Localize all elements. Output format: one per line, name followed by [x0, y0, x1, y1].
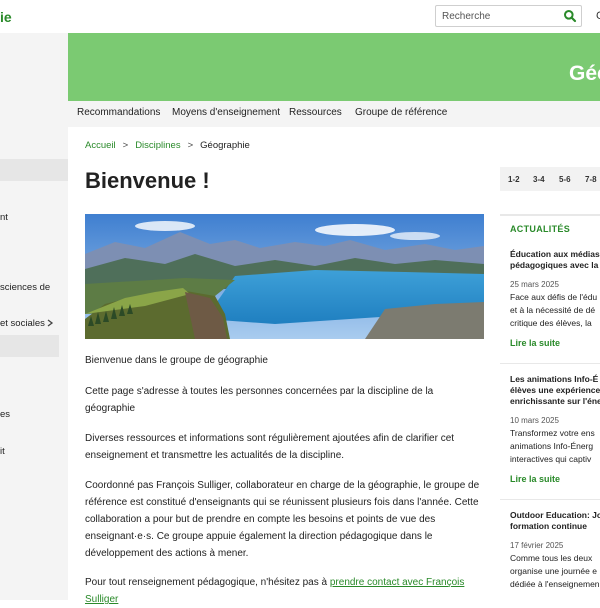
news-1-text: Face aux défis de l'édu et à la nécessit…: [510, 291, 597, 330]
sidebar-highlight: [0, 159, 68, 181]
search-icon[interactable]: [563, 9, 577, 23]
news-2-text-line-2: animations Info-Énerg: [510, 441, 594, 451]
news-1-title[interactable]: Éducation aux médias pédagogiques avec l…: [510, 249, 600, 271]
sidebar-item-4[interactable]: es: [0, 409, 10, 420]
breadcrumb: Accueil > Disciplines > Géographie: [85, 140, 250, 151]
top-right-cut-text[interactable]: C: [596, 10, 600, 22]
site-title[interactable]: ie: [0, 9, 12, 25]
news-1-title-line-1: Éducation aux médias: [510, 249, 600, 259]
news-3-date: 17 février 2025: [510, 541, 564, 550]
news-2-text-line-3: interactives qui captiv: [510, 454, 592, 464]
contact-text: Pour tout renseignement pédagogique, n'h…: [85, 577, 330, 588]
news-2-title-line-1: Les animations Info-É: [510, 374, 599, 384]
sidebar: [0, 33, 68, 600]
news-2-read-more[interactable]: Lire la suite: [510, 474, 560, 484]
news-1-text-line-3: critique des élèves, la: [510, 318, 592, 328]
sidebar-item-1[interactable]: nt: [0, 212, 8, 223]
breadcrumb-disciplines[interactable]: Disciplines: [135, 140, 180, 151]
news-1-text-line-1: Face aux défis de l'édu: [510, 292, 598, 302]
news-3-title-line-2: formation continue: [510, 521, 587, 531]
resources-paragraph: Diverses ressources et informations sont…: [85, 433, 455, 461]
level-5-6[interactable]: 5-6: [559, 175, 571, 184]
chevron-right-icon: [47, 319, 53, 327]
news-1-read-more[interactable]: Lire la suite: [510, 338, 560, 348]
search-box: [435, 5, 582, 27]
breadcrumb-current: Géographie: [200, 140, 250, 151]
news-3-title-line-1: Outdoor Education: Jo: [510, 510, 600, 520]
news-1-date: 25 mars 2025: [510, 280, 559, 289]
contact-paragraph: Pour tout renseignement pédagogique, n'h…: [85, 574, 480, 608]
news-2-title-line-2: élèves une expérience: [510, 385, 600, 395]
news-3-text: Comme tous les deux organise une journée…: [510, 552, 600, 591]
news-2-title[interactable]: Les animations Info-É élèves une expérie…: [510, 374, 600, 407]
sidebar-item-2[interactable]: sciences de: [0, 282, 50, 293]
news-heading: ACTUALITÉS: [510, 224, 570, 234]
audience-paragraph: Cette page s'adresse à toutes les person…: [85, 386, 434, 414]
banner-title: Géo: [569, 62, 600, 85]
news-divider: [500, 499, 600, 500]
news-divider: [500, 363, 600, 364]
lake-landscape-image: [85, 214, 484, 339]
sidebar-item-3-label: et sociales: [0, 318, 45, 329]
sidebar-item-3[interactable]: et sociales: [0, 318, 56, 329]
welcome-paragraph: Bienvenue dans le groupe de géographie: [85, 355, 268, 366]
breadcrumb-separator: >: [122, 140, 129, 151]
discipline-banner: [68, 33, 600, 101]
news-3-title[interactable]: Outdoor Education: Jo formation continue: [510, 510, 600, 532]
news-3-text-line-1: Comme tous les deux: [510, 553, 593, 563]
level-1-2[interactable]: 1-2: [508, 175, 520, 184]
group-paragraph: Coordonné pas François Sulliger, collabo…: [85, 480, 480, 559]
tab-ressources[interactable]: Ressources: [289, 107, 342, 118]
tab-groupe-reference[interactable]: Groupe de référence: [355, 107, 447, 118]
sidebar-active-item[interactable]: [0, 335, 59, 357]
breadcrumb-separator: >: [187, 140, 194, 151]
news-3-text-line-3: dédiée à l'enseignemen: [510, 579, 600, 589]
news-2-text: Transformez votre ens animations Info-Én…: [510, 427, 595, 466]
breadcrumb-home[interactable]: Accueil: [85, 140, 116, 151]
news-1-title-line-2: pédagogiques avec la: [510, 260, 599, 270]
search-input[interactable]: [442, 9, 554, 23]
news-1-text-line-2: et à la nécessité de dé: [510, 305, 596, 315]
news-3-text-line-2: organise une journée e: [510, 566, 597, 576]
level-7-8[interactable]: 7-8: [585, 175, 597, 184]
page-title: Bienvenue !: [85, 168, 210, 193]
sidebar-item-5[interactable]: it: [0, 446, 5, 457]
level-3-4[interactable]: 3-4: [533, 175, 545, 184]
tab-recommandations[interactable]: Recommandations: [77, 107, 160, 118]
news-2-date: 10 mars 2025: [510, 416, 559, 425]
news-2-title-line-3: enrichissante sur l'éne: [510, 396, 600, 406]
tab-moyens-enseignement[interactable]: Moyens d'enseignement: [172, 107, 280, 118]
news-2-text-line-1: Transformez votre ens: [510, 428, 595, 438]
